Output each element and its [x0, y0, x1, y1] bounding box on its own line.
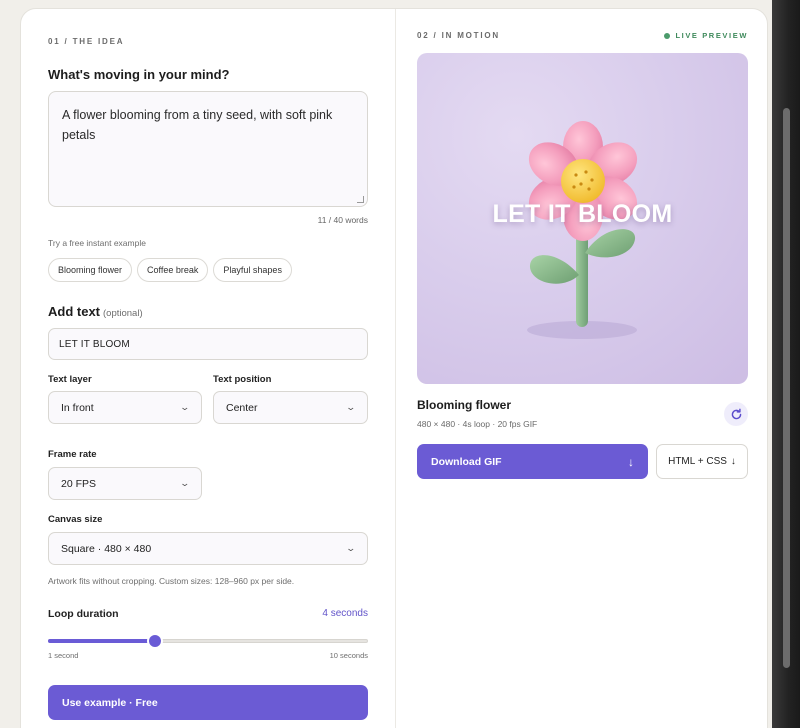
chevron-down-icon: ⌄ — [345, 402, 357, 412]
preview-meta: 480 × 480 · 4s loop · 20 fps GIF — [417, 419, 538, 429]
arrow-down-icon: ↓ — [730, 456, 736, 467]
canvas-hint: Artwork fits without cropping. Custom si… — [48, 576, 295, 586]
text-position-label: Text position — [213, 374, 272, 385]
live-preview-label: LIVE PREVIEW — [675, 31, 748, 40]
word-count: 11 / 40 words — [317, 215, 368, 225]
add-text-title: Add text — [48, 304, 100, 319]
use-example-button[interactable]: Use example · Free — [48, 685, 368, 720]
window-edge — [772, 0, 800, 728]
slider-max-label: 10 seconds — [329, 651, 368, 660]
overlay-text-input[interactable]: LET IT BLOOM — [48, 328, 368, 360]
prompt-textarea[interactable]: A flower blooming from a tiny seed, with… — [48, 91, 368, 207]
example-chips: Blooming flower Coffee break Playful sha… — [48, 258, 292, 282]
chip-coffee-break[interactable]: Coffee break — [137, 258, 209, 282]
text-position-select[interactable]: Center ⌄ — [213, 391, 368, 424]
canvas-size-select[interactable]: Square · 480 × 480 ⌄ — [48, 532, 368, 565]
scrollbar[interactable] — [783, 108, 790, 668]
frame-rate-select[interactable]: 20 FPS ⌄ — [48, 467, 202, 500]
chip-blooming-flower[interactable]: Blooming flower — [48, 258, 133, 282]
preview-overlay-text: LET IT BLOOM — [492, 200, 673, 228]
html-css-button[interactable]: HTML + CSS ↓ — [656, 444, 748, 479]
loop-duration-value: 4 seconds — [322, 608, 368, 619]
canvas-size-value: Square · 480 × 480 — [61, 542, 152, 555]
preview-canvas: LET IT BLOOM — [417, 53, 748, 384]
frame-rate-value: 20 FPS — [61, 477, 97, 490]
prompt-heading: What's moving in your mind? — [48, 67, 230, 82]
loop-slider-thumb[interactable] — [148, 635, 161, 647]
text-layer-value: In front — [61, 401, 94, 414]
add-text-heading: Add text (optional) — [48, 304, 143, 319]
section-label-idea: 01 / THE IDEA — [48, 37, 125, 46]
prompt-text: A flower blooming from a tiny seed, with… — [62, 108, 333, 142]
text-position-value: Center — [226, 401, 258, 414]
chevron-down-icon: ⌄ — [179, 478, 191, 488]
canvas-size-label: Canvas size — [48, 514, 103, 525]
loop-slider-fill — [48, 639, 155, 643]
download-gif-button[interactable]: Download GIF ↓ — [417, 444, 648, 479]
generator-card: 01 / THE IDEA What's moving in your mind… — [20, 8, 768, 728]
chip-playful-shapes[interactable]: Playful shapes — [213, 258, 292, 282]
preview-title: Blooming flower — [417, 398, 511, 412]
section-label-motion: 02 / IN MOTION — [417, 31, 500, 40]
loop-duration-label: Loop duration — [48, 608, 119, 620]
refresh-button[interactable] — [724, 402, 748, 426]
html-css-label: HTML + CSS — [668, 456, 727, 467]
text-layer-select[interactable]: In front ⌄ — [48, 391, 202, 424]
arrow-down-icon: ↓ — [628, 454, 634, 469]
examples-label: Try a free instant example — [48, 238, 146, 248]
live-dot-icon — [664, 32, 671, 39]
refresh-icon — [731, 408, 741, 419]
frame-rate-label: Frame rate — [48, 449, 97, 460]
chevron-down-icon: ⌄ — [345, 543, 357, 553]
text-layer-label: Text layer — [48, 374, 92, 385]
slider-min-label: 1 second — [48, 651, 79, 660]
optional-tag: (optional) — [103, 308, 143, 319]
resize-handle-icon[interactable] — [357, 196, 364, 203]
column-divider — [395, 9, 396, 728]
download-gif-label: Download GIF — [431, 455, 502, 468]
chevron-down-icon: ⌄ — [179, 402, 191, 412]
live-preview-indicator: LIVE PREVIEW — [664, 31, 748, 40]
